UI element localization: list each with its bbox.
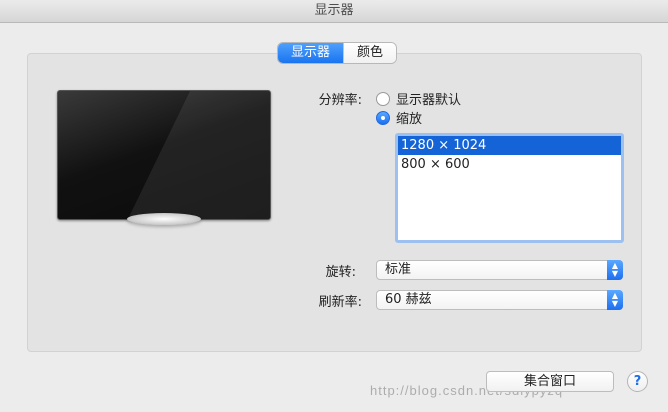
refresh-rate-label: 刷新率: [318, 295, 362, 310]
radio-display-default[interactable]: 显示器默认 [376, 89, 461, 108]
screen-glare [128, 91, 270, 219]
refresh-rate-select[interactable]: 60 赫兹 ▲ ▼ [376, 290, 623, 310]
refresh-rate-value: 60 赫兹 [385, 292, 432, 307]
rotation-value: 标准 [385, 262, 412, 277]
monitor-illustration [57, 90, 271, 220]
rotation-label: 旋转: [325, 265, 356, 280]
radio-button-selected[interactable] [376, 110, 390, 125]
radio-button[interactable] [376, 91, 390, 106]
help-button[interactable]: ? [627, 371, 648, 392]
resolution-option-1280x1024[interactable]: 1280 × 1024 [398, 136, 621, 155]
tab-color[interactable]: 颜色 [343, 43, 397, 63]
tab-display[interactable]: 显示器 [278, 43, 344, 63]
window-title: 显示器 [314, 3, 354, 18]
gather-windows-button[interactable]: 集合窗口 [486, 371, 614, 392]
rotation-select[interactable]: 标准 ▲ ▼ [376, 260, 623, 280]
tab-bar: 显示器 颜色 [278, 43, 397, 63]
select-stepper-icon: ▲ ▼ [607, 290, 623, 310]
radio-scaled-label: 缩放 [396, 112, 423, 127]
select-stepper-icon: ▲ ▼ [607, 260, 623, 280]
radio-scaled[interactable]: 缩放 [376, 108, 422, 127]
monitor-stand [127, 213, 201, 225]
resolution-label: 分辨率: [318, 93, 362, 108]
resolution-option-800x600[interactable]: 800 × 600 [398, 155, 621, 174]
radio-display-default-label: 显示器默认 [396, 93, 462, 108]
window-title-bar: 显示器 [0, 0, 668, 23]
resolution-list[interactable]: 1280 × 1024 800 × 600 [395, 133, 624, 243]
